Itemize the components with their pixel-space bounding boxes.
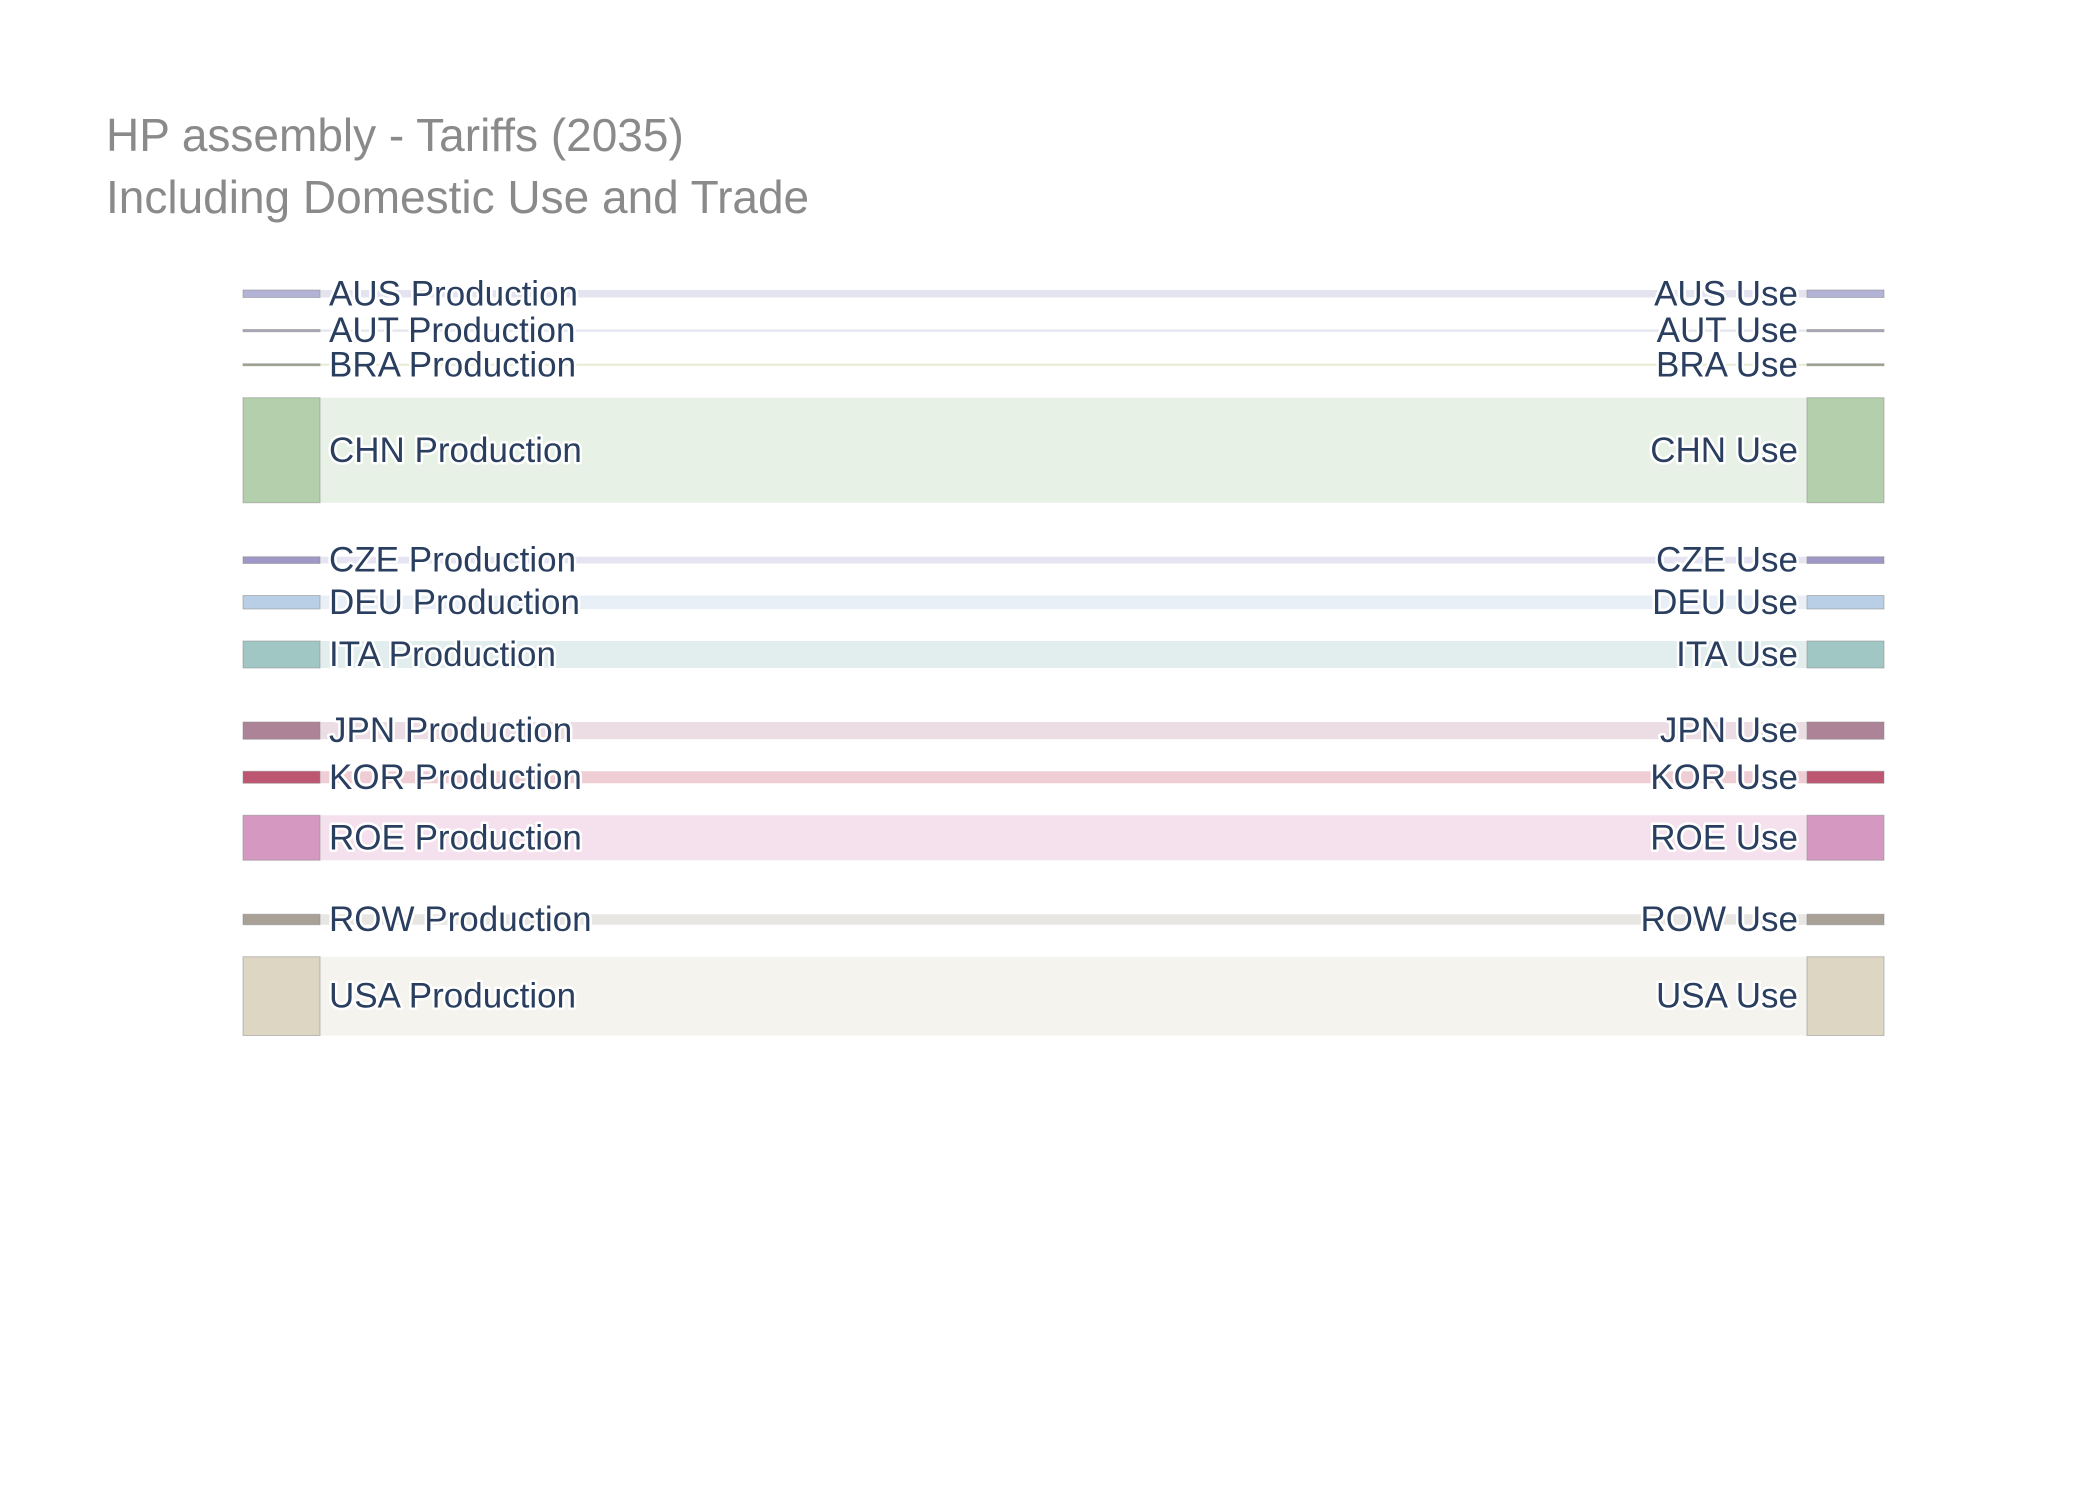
- node-label-roe-production: ROE Production: [329, 818, 582, 857]
- node-label-aus-use: AUS Use: [1654, 274, 1798, 313]
- node-label-jpn-use: JPN Use: [1660, 711, 1798, 750]
- node-ita-production[interactable]: [242, 640, 321, 669]
- node-jpn-use[interactable]: [1806, 721, 1885, 740]
- node-roe-use[interactable]: [1806, 814, 1885, 861]
- node-label-cze-use: CZE Use: [1656, 541, 1798, 580]
- node-aus-use[interactable]: [1806, 289, 1885, 298]
- node-label-bra-use: BRA Use: [1656, 345, 1798, 384]
- node-usa-production[interactable]: [242, 956, 321, 1036]
- node-usa-use[interactable]: [1806, 956, 1885, 1036]
- node-jpn-production[interactable]: [242, 721, 321, 740]
- node-label-deu-production: DEU Production: [329, 583, 580, 622]
- node-aus-production[interactable]: [242, 289, 321, 298]
- node-label-deu-use: DEU Use: [1652, 583, 1798, 622]
- node-label-usa-production: USA Production: [329, 977, 576, 1016]
- node-bra-production[interactable]: [242, 363, 321, 367]
- node-deu-use[interactable]: [1806, 595, 1885, 610]
- node-aut-production[interactable]: [242, 329, 321, 333]
- node-label-bra-production: BRA Production: [329, 345, 576, 384]
- node-label-chn-production: CHN Production: [329, 431, 582, 470]
- node-row-production[interactable]: [242, 913, 321, 926]
- node-label-roe-use: ROE Use: [1650, 818, 1798, 857]
- node-chn-use[interactable]: [1806, 397, 1885, 504]
- node-label-jpn-production: JPN Production: [329, 711, 572, 750]
- node-aut-use[interactable]: [1806, 329, 1885, 333]
- node-label-chn-use: CHN Use: [1650, 431, 1798, 470]
- node-ita-use[interactable]: [1806, 640, 1885, 669]
- node-deu-production[interactable]: [242, 595, 321, 610]
- node-label-row-production: ROW Production: [329, 900, 592, 939]
- node-kor-use[interactable]: [1806, 770, 1885, 784]
- node-row-use[interactable]: [1806, 913, 1885, 926]
- node-chn-production[interactable]: [242, 397, 321, 504]
- node-roe-production[interactable]: [242, 814, 321, 861]
- node-label-ita-production: ITA Production: [329, 635, 556, 674]
- node-cze-production[interactable]: [242, 556, 321, 564]
- node-label-aus-production: AUS Production: [329, 274, 578, 313]
- node-kor-production[interactable]: [242, 770, 321, 784]
- node-label-usa-use: USA Use: [1656, 977, 1798, 1016]
- node-label-cze-production: CZE Production: [329, 541, 576, 580]
- node-label-kor-use: KOR Use: [1650, 758, 1798, 797]
- sankey-diagram: AUS Production AUS UseAUT Production AUT U…: [242, 272, 1885, 1036]
- node-label-kor-production: KOR Production: [329, 758, 582, 797]
- node-label-row-use: ROW Use: [1641, 900, 1799, 939]
- node-label-ita-use: ITA Use: [1676, 635, 1798, 674]
- node-bra-use[interactable]: [1806, 363, 1885, 367]
- node-cze-use[interactable]: [1806, 556, 1885, 564]
